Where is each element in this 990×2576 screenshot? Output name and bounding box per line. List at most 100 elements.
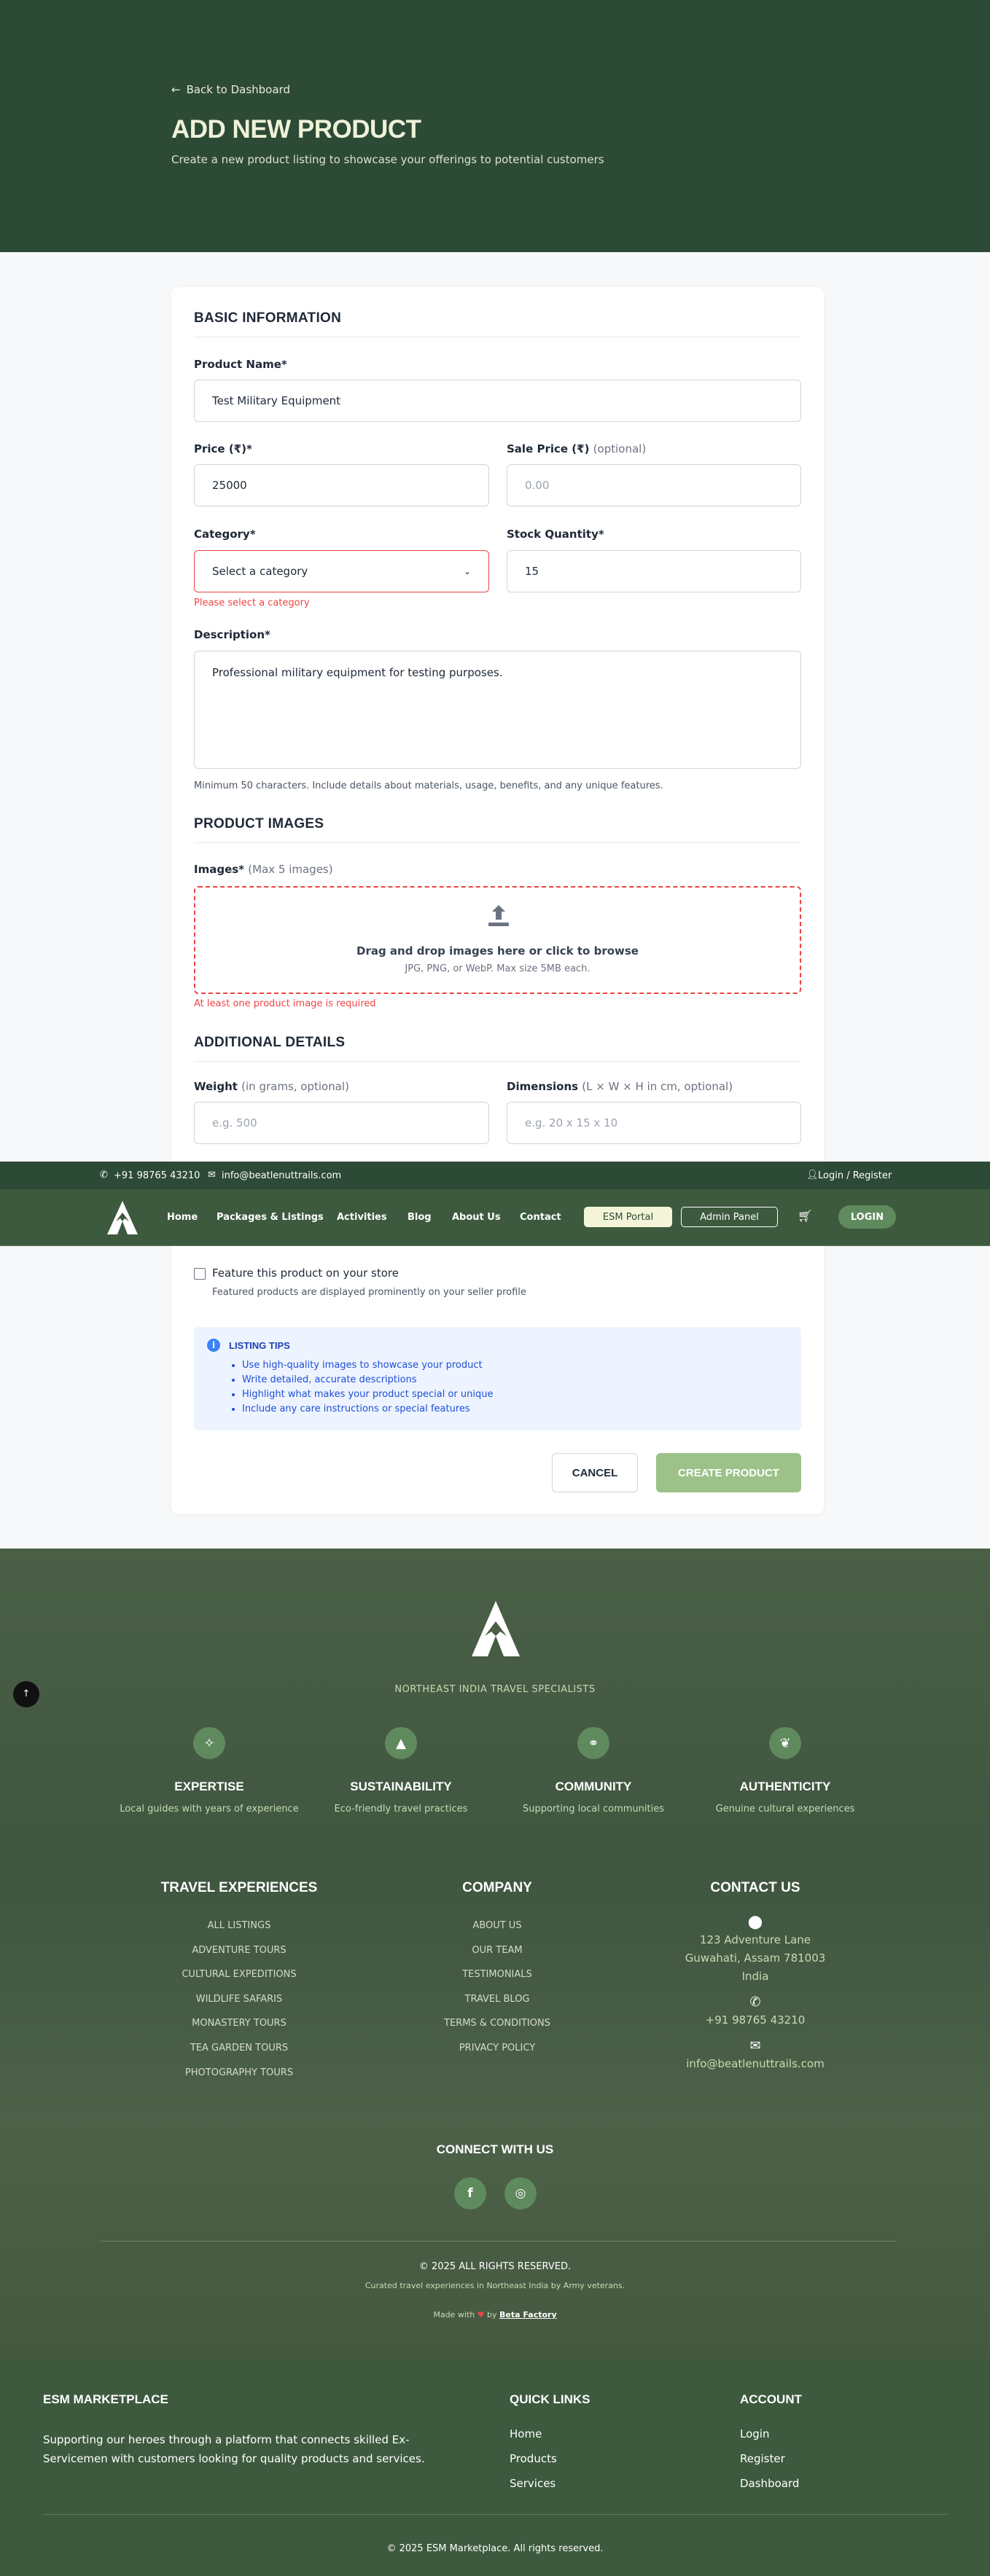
marketplace-title: ESM MARKETPLACE bbox=[43, 2392, 168, 2406]
cart-icon[interactable]: 🛒︎ bbox=[798, 1209, 812, 1223]
quick-link[interactable]: Products bbox=[510, 2446, 557, 2471]
map-pin-icon: ⬤ bbox=[747, 1914, 763, 1930]
scroll-top-button[interactable]: ↑ bbox=[13, 1681, 39, 1707]
heart-icon: ♥ bbox=[477, 2310, 485, 2319]
footer-link[interactable]: PHOTOGRAPHY TOURS bbox=[130, 2061, 348, 2086]
weight-label: Weight (in grams, optional) bbox=[194, 1080, 349, 1093]
footer-link[interactable]: ADVENTURE TOURS bbox=[130, 1938, 348, 1963]
description-textarea[interactable]: Professional military equipment for test… bbox=[194, 651, 801, 769]
instagram-icon[interactable]: ◎ bbox=[504, 2177, 537, 2209]
topbar-login[interactable]: Login / Register bbox=[818, 1170, 892, 1181]
footer-link[interactable]: PRIVACY POLICY bbox=[388, 2036, 607, 2061]
footer-phone[interactable]: +91 98765 43210 bbox=[660, 2011, 850, 2029]
listing-tips: i LISTING TIPS Use high-quality images t… bbox=[194, 1327, 801, 1430]
topbar-phone[interactable]: +91 98765 43210 bbox=[114, 1170, 200, 1181]
weight-input[interactable]: e.g. 500 bbox=[194, 1102, 489, 1144]
account-link[interactable]: Login bbox=[740, 2422, 799, 2446]
image-dropzone[interactable]: Drag and drop images here or click to br… bbox=[194, 886, 801, 994]
sale-price-label: Sale Price (₹) (optional) bbox=[507, 442, 647, 455]
quick-link[interactable]: Services bbox=[510, 2471, 557, 2496]
back-link[interactable]: ← Back to Dashboard bbox=[171, 83, 604, 96]
phone-icon: ✆ bbox=[749, 1994, 761, 2010]
cancel-button[interactable]: CANCEL bbox=[552, 1453, 638, 1492]
footer-link[interactable]: ABOUT US bbox=[388, 1914, 607, 1938]
pillar-desc: Local guides with years of experience bbox=[120, 1804, 299, 1814]
nav-activities[interactable]: Activities bbox=[337, 1212, 387, 1223]
pillar-title: EXPERTISE bbox=[174, 1780, 244, 1793]
feature-label: Feature this product on your store bbox=[212, 1267, 399, 1280]
images-error: At least one product image is required bbox=[194, 998, 376, 1009]
nav-blog[interactable]: Blog bbox=[408, 1212, 432, 1223]
footer-link[interactable]: ALL LISTINGS bbox=[130, 1914, 348, 1938]
mail-icon: ✉ bbox=[208, 1170, 216, 1181]
footer-link[interactable]: TEA GARDEN TOURS bbox=[130, 2036, 348, 2061]
leaf-icon: ❦ bbox=[769, 1727, 801, 1759]
user-icon: 👤︎ bbox=[806, 1170, 819, 1181]
mail-icon: ✉ bbox=[749, 2038, 761, 2054]
footer-link[interactable]: CULTURAL EXPEDITIONS bbox=[130, 1962, 348, 1987]
nav-packages[interactable]: Packages & Listings bbox=[217, 1212, 324, 1223]
product-name-input[interactable]: Test Military Equipment bbox=[194, 380, 801, 422]
account-link[interactable]: Dashboard bbox=[740, 2471, 799, 2496]
marketplace-footer: ESM MARKETPLACE Supporting our heroes th… bbox=[0, 2361, 990, 2576]
footer-link[interactable]: OUR TEAM bbox=[388, 1938, 607, 1963]
company-title: COMPANY bbox=[462, 1880, 532, 1895]
company-links: ABOUT US OUR TEAM TESTIMONIALS TRAVEL BL… bbox=[388, 1914, 607, 2061]
topbar-email[interactable]: info@beatlenuttrails.com bbox=[222, 1170, 341, 1181]
compass-icon: ✧ bbox=[193, 1727, 225, 1759]
category-label: Category* bbox=[194, 528, 256, 541]
footer-divider bbox=[100, 2241, 896, 2242]
product-images-title: PRODUCT IMAGES bbox=[194, 816, 801, 843]
admin-panel-button[interactable]: Admin Panel bbox=[681, 1207, 778, 1227]
product-name-label: Product Name* bbox=[194, 358, 287, 371]
pillar-desc: Supporting local communities bbox=[522, 1804, 665, 1814]
footer-link[interactable]: MONASTERY TOURS bbox=[130, 2011, 348, 2036]
maker-link[interactable]: Beta Factory bbox=[499, 2310, 557, 2319]
quick-link[interactable]: Home bbox=[510, 2422, 557, 2446]
footer-link[interactable]: WILDLIFE SAFARIS bbox=[130, 1987, 348, 2012]
phone-icon: ✆ bbox=[100, 1170, 108, 1181]
feature-checkbox[interactable] bbox=[194, 1268, 206, 1280]
tip-item: Include any care instructions or special… bbox=[242, 1402, 494, 1417]
connect-title: CONNECT WITH US bbox=[436, 2142, 554, 2156]
bottom-copyright: © 2025 ESM Marketplace. All rights reser… bbox=[386, 2543, 604, 2554]
dropzone-hint: JPG, PNG, or WebP. Max size 5MB each. bbox=[405, 963, 591, 974]
contact-topbar: ✆ +91 98765 43210 ✉ info@beatlenuttrails… bbox=[0, 1162, 990, 1189]
category-select[interactable]: Select a category ⌄ bbox=[194, 550, 489, 592]
category-error: Please select a category bbox=[194, 598, 310, 608]
pillar-title: COMMUNITY bbox=[555, 1780, 632, 1793]
bottom-divider bbox=[43, 2514, 947, 2515]
arrow-left-icon: ← bbox=[171, 83, 181, 96]
tip-item: Use high-quality images to showcase your… bbox=[242, 1358, 494, 1373]
address-line: India bbox=[741, 1970, 769, 1983]
price-input[interactable]: 25000 bbox=[194, 464, 489, 506]
product-form: BASIC INFORMATION Product Name* Test Mil… bbox=[171, 287, 824, 1514]
footer-logo-icon bbox=[472, 1601, 520, 1656]
footer-email[interactable]: info@beatlenuttrails.com bbox=[660, 2055, 850, 2073]
nav-about[interactable]: About Us bbox=[452, 1212, 501, 1223]
stock-input[interactable]: 15 bbox=[507, 550, 801, 592]
dimensions-label: Dimensions (L × W × H in cm, optional) bbox=[507, 1080, 733, 1093]
tips-list: Use high-quality images to showcase your… bbox=[242, 1358, 494, 1417]
create-product-button[interactable]: CREATE PRODUCT bbox=[656, 1453, 801, 1492]
tips-title: LISTING TIPS bbox=[229, 1340, 290, 1351]
nav-home[interactable]: Home bbox=[167, 1212, 198, 1223]
handshake-icon: ⚭ bbox=[577, 1727, 609, 1759]
nav-contact[interactable]: Contact bbox=[520, 1212, 561, 1223]
price-label: Price (₹)* bbox=[194, 442, 252, 455]
facebook-icon[interactable]: f bbox=[454, 2177, 486, 2209]
address-line: Guwahati, Assam 781003 bbox=[685, 1951, 826, 1965]
esm-portal-button[interactable]: ESM Portal bbox=[584, 1207, 672, 1227]
page-title: ADD NEW PRODUCT bbox=[171, 115, 421, 144]
dimensions-input[interactable]: e.g. 20 x 15 x 10 bbox=[507, 1102, 801, 1144]
account-link[interactable]: Register bbox=[740, 2446, 799, 2471]
basic-info-title: BASIC INFORMATION bbox=[194, 310, 801, 337]
footer-link[interactable]: TERMS & CONDITIONS bbox=[388, 2011, 607, 2036]
footer-curated: Curated travel experiences in Northeast … bbox=[365, 2281, 625, 2290]
login-button[interactable]: LOGIN bbox=[838, 1205, 896, 1229]
footer-link[interactable]: TESTIMONIALS bbox=[388, 1962, 607, 1987]
upload-icon bbox=[488, 905, 509, 926]
footer-link[interactable]: TRAVEL BLOG bbox=[388, 1987, 607, 2012]
logo-icon[interactable] bbox=[106, 1199, 139, 1236]
sale-price-input[interactable]: 0.00 bbox=[507, 464, 801, 506]
